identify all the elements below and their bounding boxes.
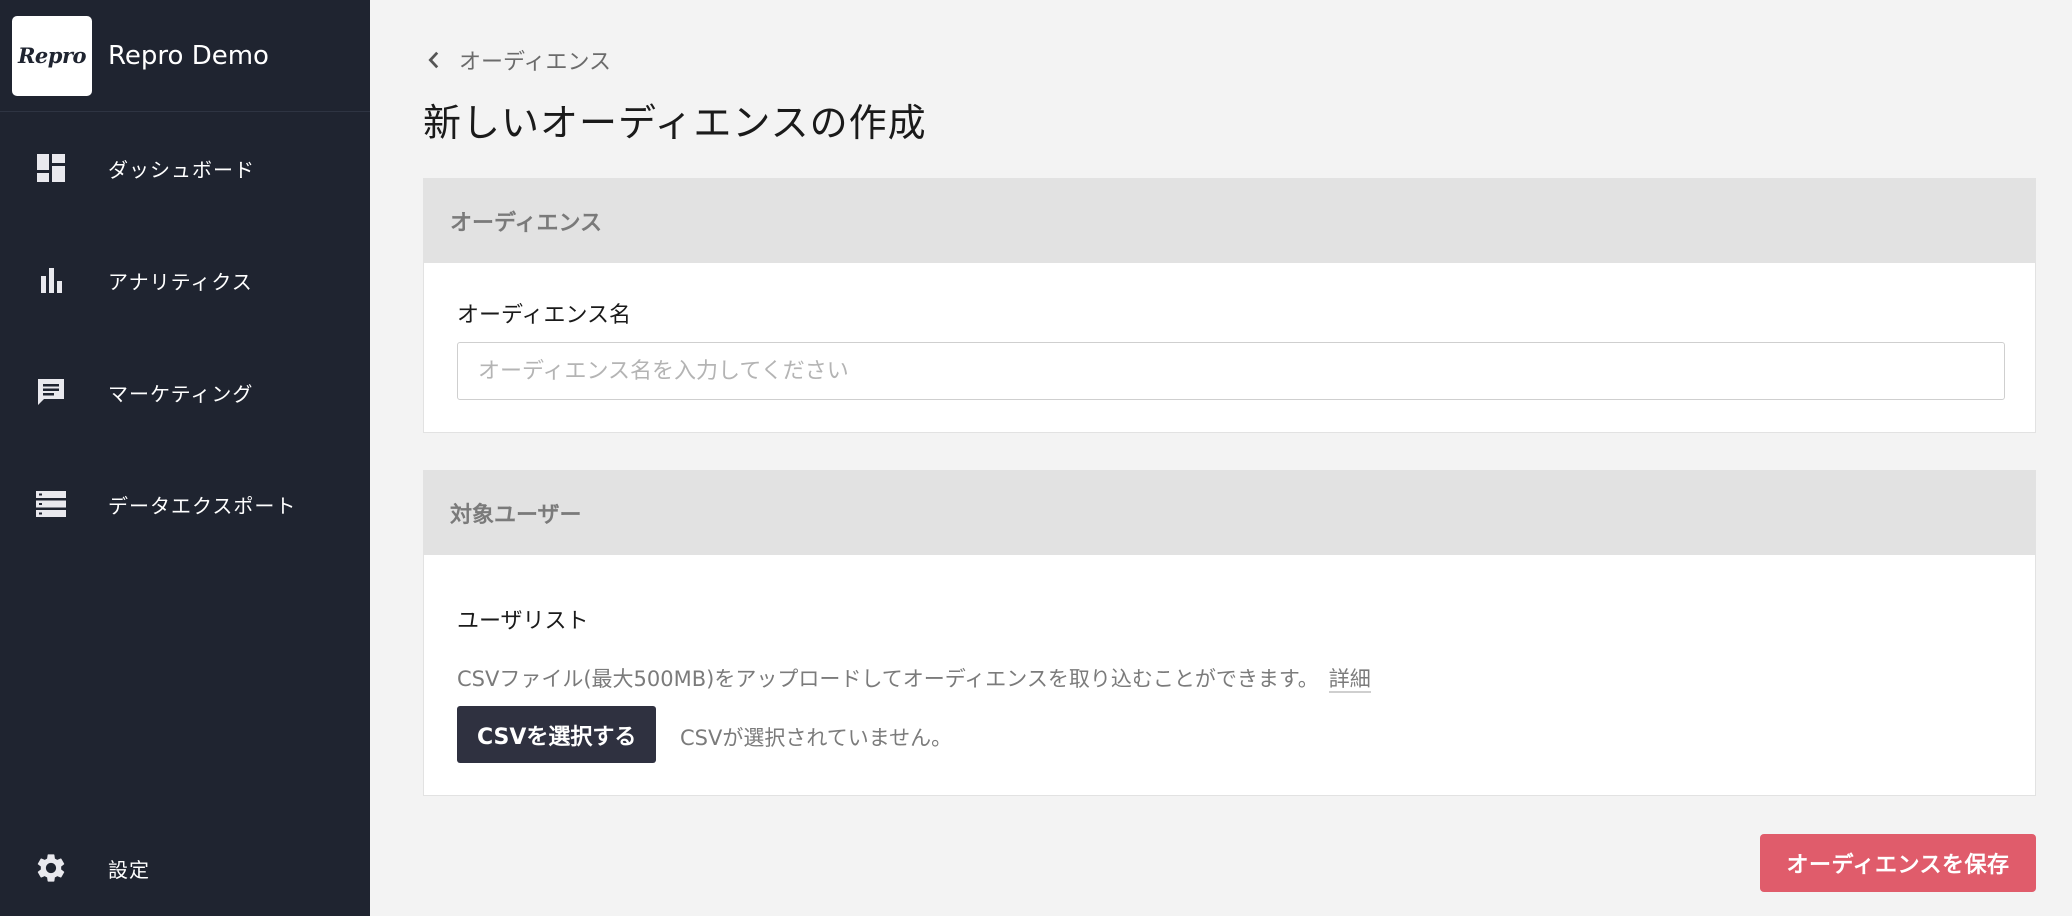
message-icon: [34, 375, 68, 409]
page-title: 新しいオーディエンスの作成: [423, 101, 927, 145]
brand[interactable]: Repro Repro Demo: [0, 0, 370, 112]
sidebar-item-label: ダッシュボード: [108, 157, 255, 182]
audience-section: オーディエンス オーディエンス名: [423, 178, 2036, 433]
csv-help-text: CSVファイル(最大500MB)をアップロードしてオーディエンスを取り込むことが…: [457, 663, 1371, 693]
select-csv-button[interactable]: CSVを選択する: [457, 706, 657, 763]
main-content: オーディエンス 新しいオーディエンスの作成 オーディエンス オーディエンス名 対…: [370, 0, 2072, 916]
csv-help-message: CSVファイル(最大500MB)をアップロードしてオーディエンスを取り込むことが…: [457, 667, 1319, 691]
sidebar-item-analytics[interactable]: アナリティクス: [0, 224, 370, 336]
sidebar: Repro Repro Demo ダッシュボード アナリティクス マーケティング…: [0, 0, 370, 916]
sidebar-item-marketing[interactable]: マーケティング: [0, 336, 370, 448]
repro-logo: Repro: [12, 15, 92, 96]
bar-chart-icon: [34, 263, 68, 297]
audience-section-header: オーディエンス: [424, 179, 2035, 263]
breadcrumb-label: オーディエンス: [459, 50, 612, 75]
sidebar-item-dashboard[interactable]: ダッシュボード: [0, 112, 370, 224]
sidebar-item-label: マーケティング: [108, 381, 254, 406]
userlist-label: ユーザリスト: [457, 609, 589, 634]
chevron-left-icon: [428, 51, 439, 69]
gear-icon: [34, 851, 68, 885]
sidebar-item-label: データエクスポート: [108, 493, 297, 518]
csv-file-status: CSVが選択されていません。: [680, 726, 953, 750]
detail-link[interactable]: 詳細: [1328, 667, 1371, 693]
sidebar-nav: ダッシュボード アナリティクス マーケティング データエクスポート: [0, 112, 370, 560]
sidebar-item-data-export[interactable]: データエクスポート: [0, 448, 370, 560]
logo-text: Repro: [17, 43, 87, 68]
save-audience-button[interactable]: オーディエンスを保存: [1760, 834, 2036, 892]
breadcrumb-back[interactable]: オーディエンス: [423, 44, 611, 76]
dashboard-icon: [34, 151, 68, 185]
audience-name-input[interactable]: [457, 342, 2005, 400]
target-users-section: 対象ユーザー ユーザリスト CSVファイル(最大500MB)をアップロードしてオ…: [423, 470, 2036, 796]
sidebar-item-settings[interactable]: 設定: [0, 820, 370, 916]
sidebar-item-label: 設定: [108, 857, 150, 882]
target-users-section-header: 対象ユーザー: [424, 471, 2035, 555]
storage-icon: [34, 487, 68, 521]
sidebar-item-label: アナリティクス: [108, 269, 253, 294]
app-root: Repro Repro Demo ダッシュボード アナリティクス マーケティング…: [0, 0, 2072, 916]
app-name: Repro Demo: [108, 40, 269, 71]
audience-name-label: オーディエンス名: [457, 303, 632, 328]
